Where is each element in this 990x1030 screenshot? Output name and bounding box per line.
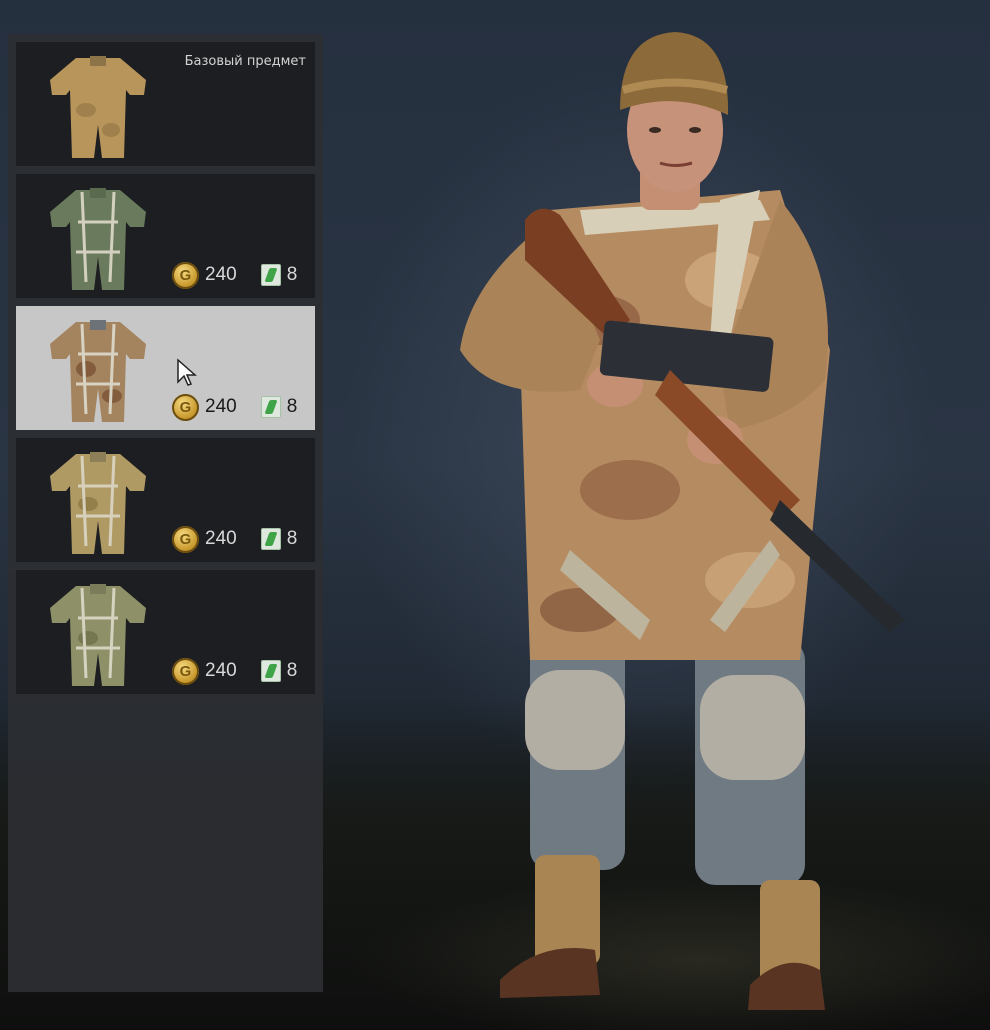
appearance-list-panel: Базовый предмет 240 8 240 8: [8, 34, 323, 992]
price-row: 240 8: [172, 392, 297, 422]
list-item-camo-green[interactable]: 240 8: [16, 174, 315, 298]
order-ticket-icon: [260, 264, 281, 286]
mouse-cursor-icon: [177, 358, 197, 386]
list-item-camo-olive[interactable]: 240 8: [16, 570, 315, 694]
uniform-thumbnail: [50, 584, 146, 686]
price-row: 240 8: [172, 260, 297, 290]
gold-price: 240: [205, 264, 237, 285]
order-ticket-icon: [260, 396, 281, 418]
gold-coin-icon: [172, 261, 199, 289]
gold-coin-icon: [172, 657, 199, 685]
order-count: 8: [286, 660, 298, 681]
uniform-thumbnail: [50, 56, 146, 158]
order-count: 8: [286, 396, 298, 417]
gold-coin-icon: [172, 393, 199, 421]
base-item-label: Базовый предмет: [184, 54, 306, 69]
list-item-base[interactable]: Базовый предмет: [16, 42, 315, 166]
order-count: 8: [286, 264, 298, 285]
order-ticket-icon: [260, 528, 281, 550]
list-item-camo-yellow[interactable]: 240 8: [16, 438, 315, 562]
gold-coin-icon: [172, 525, 199, 553]
uniform-thumbnail: [50, 188, 146, 290]
gold-price: 240: [205, 396, 237, 417]
order-ticket-icon: [260, 660, 281, 682]
soldier-character: [460, 32, 905, 1010]
list-item-camo-brown[interactable]: 240 8: [16, 306, 315, 430]
price-row: 240 8: [172, 524, 297, 554]
uniform-thumbnail: [50, 320, 146, 422]
price-row: 240 8: [172, 656, 297, 686]
uniform-thumbnail: [50, 452, 146, 554]
gold-price: 240: [205, 660, 237, 681]
order-count: 8: [286, 528, 298, 549]
gold-price: 240: [205, 528, 237, 549]
